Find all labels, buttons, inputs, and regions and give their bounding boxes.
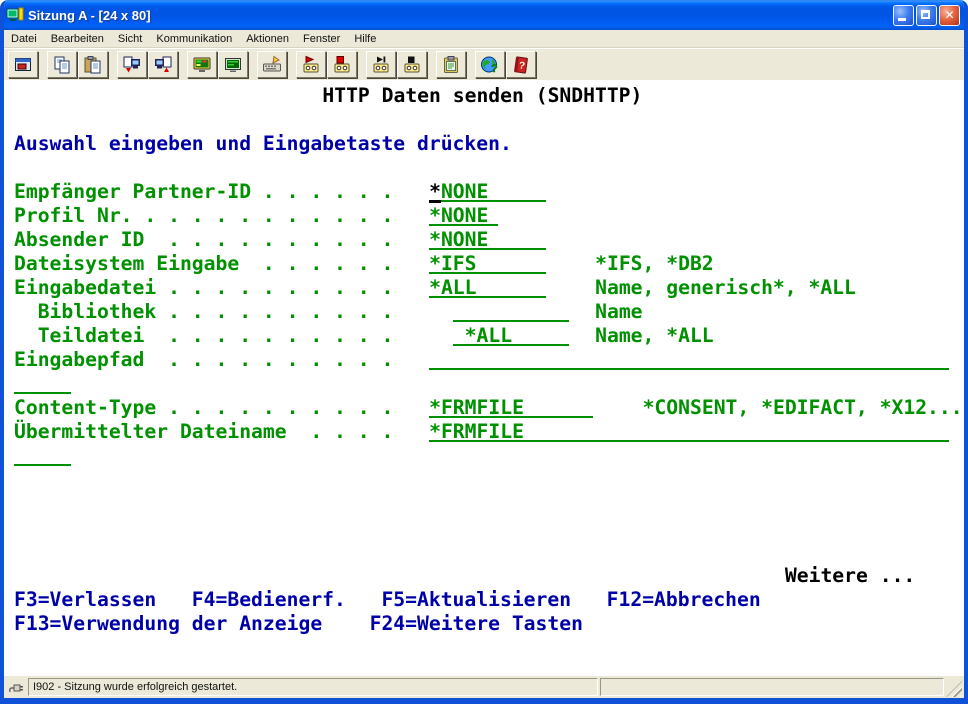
input-field-underline[interactable] [14, 464, 71, 466]
help-globe-icon: ? [480, 55, 500, 75]
field-value[interactable]: *ALL [465, 324, 512, 348]
svg-text:?: ? [491, 63, 498, 75]
record-stop-button[interactable] [327, 51, 357, 78]
display-setup-button[interactable] [187, 51, 217, 78]
menu-item-datei[interactable]: Datei [4, 32, 44, 46]
resize-grip[interactable] [946, 681, 962, 697]
field-label: Übermittelter Dateiname . . . . [14, 420, 393, 444]
field-label: Empfänger Partner-ID . . . . . . [14, 180, 393, 204]
help-index-button[interactable]: ? [475, 51, 505, 78]
field-value[interactable]: *FRMFILE [429, 396, 524, 420]
field-value[interactable]: *ALL [429, 276, 476, 300]
help-button[interactable]: ? [506, 51, 536, 78]
title-bar[interactable]: Sitzung A - [24 x 80] [0, 0, 968, 30]
input-field-underline[interactable] [14, 392, 71, 394]
field-hint: Name, *ALL [595, 324, 714, 348]
field-value[interactable]: *NONE [429, 204, 488, 228]
field-label: Dateisystem Eingabe . . . . . . [14, 252, 393, 276]
clipboard-button[interactable] [436, 51, 466, 78]
menu-item-hilfe[interactable]: Hilfe [347, 32, 383, 46]
toolbar-separator [179, 51, 187, 78]
field-label: Eingabedatei . . . . . . . . . . [14, 276, 393, 300]
clipboard-icon [441, 55, 461, 75]
toolbar-separator [39, 51, 47, 78]
session-button[interactable] [8, 51, 38, 78]
play-macro-button[interactable] [366, 51, 396, 78]
session-window-icon [13, 55, 33, 75]
field-label: Eingabepfad . . . . . . . . . . [14, 348, 393, 372]
more-indicator: Weitere ... [785, 564, 915, 588]
menu-item-fenster[interactable]: Fenster [296, 32, 347, 46]
toolbar-separator [249, 51, 257, 78]
text-cursor [429, 200, 441, 203]
copy-icon [52, 55, 72, 75]
keyboard-setup-button[interactable] [257, 51, 287, 78]
help-book-icon: ? [511, 55, 531, 75]
menu-item-kommunikation[interactable]: Kommunikation [149, 32, 239, 46]
app-window: Sitzung A - [24 x 80] DateiBearbeitenSic… [0, 0, 968, 704]
connection-icon [6, 678, 28, 696]
toolbar-separator [288, 51, 296, 78]
field-label: Absender ID . . . . . . . . . . [14, 228, 393, 252]
status-panel-2 [600, 678, 944, 696]
field-hint: Name, generisch*, *ALL [595, 276, 856, 300]
status-message: I902 - Sitzung wurde erfolgreich gestart… [28, 678, 598, 696]
field-value[interactable]: *NONE [429, 228, 488, 252]
terminal-screen[interactable]: HTTP Daten senden (SNDHTTP) Auswahl einge… [4, 80, 964, 676]
menu-item-aktionen[interactable]: Aktionen [239, 32, 296, 46]
send-file-button[interactable] [117, 51, 147, 78]
close-button[interactable] [939, 5, 960, 26]
paste-button[interactable] [78, 51, 108, 78]
function-keys-line2: F13=Verwendung der Anzeige F24=Weitere T… [14, 612, 583, 636]
field-label: Bibliothek . . . . . . . . . . [14, 300, 393, 324]
minimize-button[interactable] [893, 5, 914, 26]
record-start-icon [301, 55, 321, 75]
keyboard-icon [262, 55, 282, 75]
display-colors-icon [192, 55, 212, 75]
paste-icon [83, 55, 103, 75]
copy-button[interactable] [47, 51, 77, 78]
send-file-icon [122, 55, 142, 75]
toolbar: ?? [4, 48, 964, 80]
screen-prompt: Auswahl eingeben und Eingabetaste drücke… [14, 132, 512, 156]
input-field-underline[interactable] [429, 368, 949, 370]
field-value[interactable]: *FRMFILE [429, 420, 524, 444]
play-macro-icon [371, 55, 391, 75]
screen-title: HTTP Daten senden (SNDHTTP) [322, 84, 642, 108]
function-keys-line1: F3=Verlassen F4=Bedienerf. F5=Aktualisie… [14, 588, 761, 612]
field-hint: *CONSENT, *EDIFACT, *X12... [643, 396, 963, 420]
menu-bar: DateiBearbeitenSichtKommunikationAktione… [4, 30, 964, 48]
menu-item-bearbeiten[interactable]: Bearbeiten [44, 32, 111, 46]
field-hint: *IFS, *DB2 [595, 252, 714, 276]
field-label: Content-Type . . . . . . . . . . [14, 396, 393, 420]
display-green-icon [223, 55, 243, 75]
field-value[interactable]: NONE [441, 180, 488, 204]
field-hint: Name [595, 300, 642, 324]
stop-macro-button[interactable] [397, 51, 427, 78]
app-icon [6, 6, 24, 24]
field-label: Profil Nr. . . . . . . . . . . . [14, 204, 393, 228]
toolbar-separator [109, 51, 117, 78]
status-bar: I902 - Sitzung wurde erfolgreich gestart… [4, 676, 964, 698]
menu-item-sicht[interactable]: Sicht [111, 32, 149, 46]
toolbar-separator [467, 51, 475, 78]
stop-macro-icon [402, 55, 422, 75]
input-field-underline[interactable] [453, 320, 570, 322]
toolbar-separator [428, 51, 436, 78]
session-display-button[interactable] [218, 51, 248, 78]
maximize-button[interactable] [916, 5, 937, 26]
toolbar-separator [358, 51, 366, 78]
window-controls [893, 5, 960, 26]
receive-file-icon [153, 55, 173, 75]
field-value[interactable]: *IFS [429, 252, 476, 276]
receive-file-button[interactable] [148, 51, 178, 78]
record-stop-icon [332, 55, 352, 75]
field-label: Teildatei . . . . . . . . . . [14, 324, 393, 348]
window-title: Sitzung A - [24 x 80] [28, 8, 893, 23]
record-macro-button[interactable] [296, 51, 326, 78]
